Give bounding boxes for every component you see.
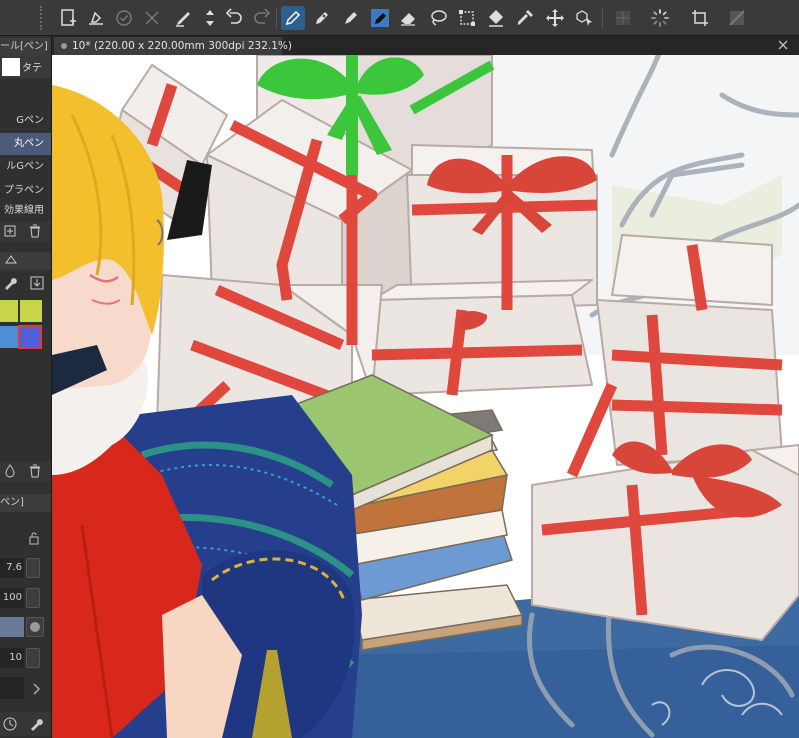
trash-icon[interactable] [27, 463, 43, 479]
brush-preview-label: タテ [22, 63, 42, 74]
marker-icon[interactable] [339, 6, 363, 30]
drawing-canvas[interactable] [52, 55, 799, 738]
color-panel-header [0, 252, 51, 270]
brush-icon[interactable] [172, 6, 196, 30]
clock-icon[interactable] [2, 716, 18, 732]
pen-icon[interactable] [281, 6, 305, 30]
loading-icon[interactable] [648, 6, 672, 30]
trash-icon[interactable] [27, 223, 43, 239]
left-panel: ール[ペン] タテ Gペン 丸ペン ルGペン プラペン 効果線用 ペン] 7.6… [0, 36, 52, 738]
toolbar-separator [602, 8, 603, 28]
sub-tool-panel-title: ール[ペン] [0, 38, 51, 56]
opacity-value[interactable]: 100 [0, 588, 24, 608]
ink-pen-icon[interactable] [368, 6, 392, 30]
artwork [52, 55, 799, 738]
lock-icon[interactable] [26, 530, 42, 546]
stabilization-dropdown[interactable] [26, 648, 40, 668]
brush-size-value[interactable]: 7.6 [0, 558, 24, 578]
add-color-icon[interactable] [2, 463, 18, 479]
undo-icon[interactable] [222, 6, 246, 30]
clear-layer-icon[interactable] [84, 6, 108, 30]
pen-item-g[interactable]: Gペン [0, 110, 51, 132]
color-panel-actions [0, 461, 51, 481]
cancel-icon[interactable] [140, 6, 164, 30]
pen-item-real-g[interactable]: ルGペン [0, 156, 51, 178]
color-swatch[interactable] [20, 300, 42, 322]
color-swatch[interactable] [0, 326, 18, 348]
pen-item-effect-line[interactable]: 効果線用 [0, 204, 51, 218]
brush-preview[interactable]: タテ [0, 56, 51, 78]
color-panel-tools [0, 272, 51, 294]
wrench-icon[interactable] [28, 716, 44, 732]
download-icon[interactable] [29, 275, 45, 291]
pen-item-plastic[interactable]: プラペン [0, 180, 51, 202]
stabilization-value[interactable]: 10 [0, 648, 24, 668]
grid-icon[interactable] [611, 6, 635, 30]
toolbar-separator [276, 8, 277, 28]
chevron-right-icon[interactable] [28, 681, 44, 697]
transform-icon[interactable] [198, 6, 222, 30]
copy-sub-tool-icon[interactable] [2, 223, 18, 239]
top-toolbar [0, 0, 799, 36]
tool-property-footer [0, 712, 51, 736]
brush-shape-dropdown[interactable] [26, 617, 44, 637]
gradient-icon[interactable] [725, 6, 749, 30]
pen-item-round[interactable]: 丸ペン [0, 133, 51, 155]
eyedropper-icon[interactable] [513, 6, 537, 30]
brush-shape-preview[interactable] [0, 617, 24, 637]
brush-size-dropdown[interactable] [26, 558, 40, 578]
opacity-toggle[interactable] [26, 588, 40, 608]
confirm-icon[interactable] [112, 6, 136, 30]
crop-icon[interactable] [688, 6, 712, 30]
brush-thumbnail [2, 58, 20, 76]
document-tab[interactable]: 10* (220.00 x 220.00mm 300dpi 232.1%) [54, 37, 292, 55]
select-icon[interactable] [455, 6, 479, 30]
sub-tool-actions [0, 221, 51, 241]
color-set-icon[interactable] [3, 253, 19, 269]
redo-icon[interactable] [250, 6, 274, 30]
object-select-icon[interactable] [572, 6, 596, 30]
canvas-tab-bar: 10* (220.00 x 220.00mm 300dpi 232.1%) [52, 36, 799, 55]
app-window: ール[ペン] タテ Gペン 丸ペン ルGペン プラペン 効果線用 ペン] 7.6… [0, 0, 799, 738]
extra-property-field[interactable] [0, 677, 24, 699]
new-canvas-icon[interactable] [56, 6, 80, 30]
unsaved-dot-icon [61, 43, 67, 49]
wrench-icon[interactable] [2, 275, 18, 291]
document-tab-title: 10* (220.00 x 220.00mm 300dpi 232.1%) [72, 40, 292, 52]
close-icon[interactable] [775, 37, 791, 53]
eraser-icon[interactable] [396, 6, 420, 30]
fill-icon[interactable] [484, 6, 508, 30]
move-icon[interactable] [543, 6, 567, 30]
toolbar-grip[interactable] [40, 6, 46, 30]
tool-property-title: ペン] [0, 494, 51, 512]
color-swatch-selected[interactable] [18, 325, 42, 349]
lasso-icon[interactable] [426, 6, 450, 30]
color-swatch[interactable] [0, 300, 18, 322]
pencil-icon[interactable] [310, 6, 334, 30]
